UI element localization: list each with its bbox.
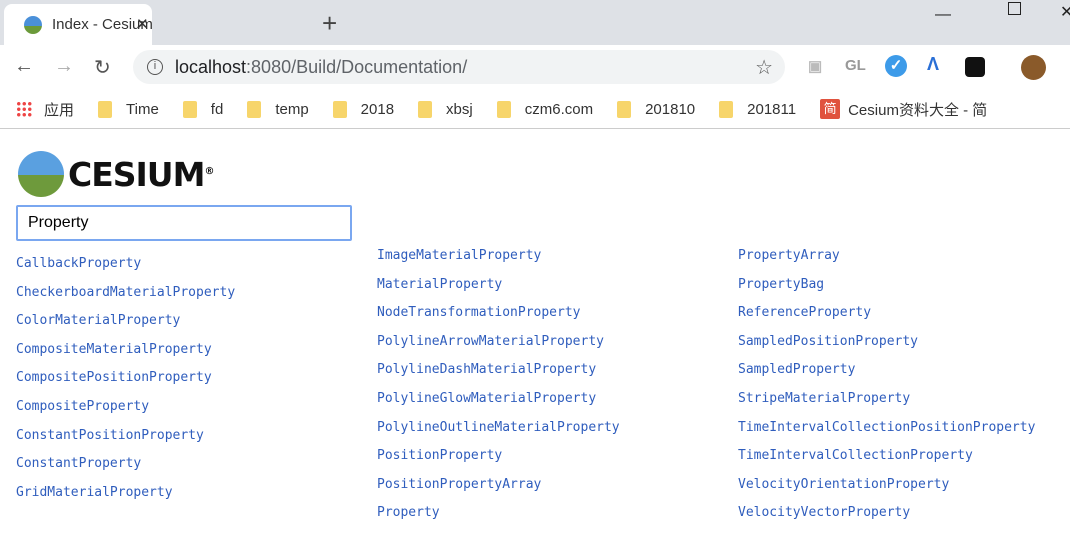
url-path: :8080/Build/Documentation/: [246, 56, 468, 77]
bookmark-label: Cesium资料大全 - 简: [848, 101, 988, 119]
bookmark-label: czm6.com: [524, 100, 594, 118]
bookmark-label: 应用: [44, 101, 75, 119]
result-link[interactable]: VelocityVectorProperty: [738, 505, 1035, 534]
reload-button[interactable]: ↻: [94, 55, 111, 80]
close-window-button[interactable]: ✕: [1060, 2, 1070, 22]
bookmark-folder[interactable]: fd: [182, 100, 224, 118]
bookmark-apps[interactable]: 应用: [16, 99, 74, 120]
result-link[interactable]: VelocityOrientationProperty: [738, 477, 1035, 506]
result-link[interactable]: PolylineOutlineMaterialProperty: [377, 420, 620, 449]
bookmark-folder[interactable]: temp: [247, 100, 309, 118]
folder-icon: [98, 100, 113, 118]
folder-icon: [247, 100, 262, 118]
cesium-favicon-icon: [24, 15, 42, 34]
bookmarks-bar: 应用 Time fd temp 2018 xbsj czm6.com 20181…: [0, 90, 1070, 129]
url-host: localhost: [175, 56, 247, 77]
info-icon[interactable]: i: [147, 59, 163, 75]
result-link[interactable]: Property: [377, 505, 620, 534]
folder-icon: [182, 100, 197, 118]
bookmark-label: 201810: [645, 100, 696, 118]
results-column-3: PropertyArray PropertyBag ReferencePropert…: [738, 248, 1035, 534]
result-link[interactable]: PositionProperty: [377, 448, 620, 477]
tab-close-icon[interactable]: ✕: [136, 15, 149, 33]
logo-text: CESIUM®: [68, 154, 214, 194]
result-link[interactable]: TimeIntervalCollectionPositionProperty: [738, 420, 1035, 449]
bookmark-label: temp: [275, 100, 309, 118]
result-link[interactable]: ReferenceProperty: [738, 305, 1035, 334]
back-button[interactable]: ←: [14, 55, 34, 78]
extension-lambda-icon[interactable]: Λ: [927, 54, 939, 75]
result-link[interactable]: SampledPositionProperty: [738, 334, 1035, 363]
bookmark-cesium-resources[interactable]: 简 Cesium资料大全 - 简: [820, 99, 987, 120]
search-input[interactable]: [16, 205, 352, 241]
cesium-globe-icon: [18, 151, 64, 197]
result-link[interactable]: CompositePositionProperty: [16, 370, 235, 399]
results-column-1: CallbackProperty CheckerboardMaterialProp…: [16, 256, 235, 513]
cesium-logo: CESIUM®: [18, 151, 214, 197]
extension-cube-icon[interactable]: ▣: [808, 57, 822, 75]
bookmark-label: xbsj: [446, 100, 473, 118]
maximize-button[interactable]: [1008, 2, 1021, 15]
bookmark-folder[interactable]: 2018: [332, 100, 395, 118]
result-link[interactable]: PolylineArrowMaterialProperty: [377, 334, 620, 363]
browser-tab[interactable]: Index - Cesium Documentation: [4, 4, 152, 45]
extension-v-icon[interactable]: ✓: [885, 55, 907, 77]
bookmark-label: 201811: [747, 100, 797, 118]
bookmark-label: 2018: [360, 100, 395, 118]
result-link[interactable]: PropertyBag: [738, 277, 1035, 306]
address-bar[interactable]: i localhost:8080/Build/Documentation/ ☆: [133, 50, 785, 84]
result-link[interactable]: PositionPropertyArray: [377, 477, 620, 506]
bookmark-folder[interactable]: 201811: [719, 100, 797, 118]
jian-icon: 简: [820, 99, 841, 119]
bookmark-star-icon[interactable]: ☆: [755, 55, 773, 80]
result-link[interactable]: TimeIntervalCollectionProperty: [738, 448, 1035, 477]
result-link[interactable]: CompositeProperty: [16, 399, 235, 428]
results-column-2: ImageMaterialProperty MaterialProperty Nod…: [377, 248, 620, 534]
result-link[interactable]: ImageMaterialProperty: [377, 248, 620, 277]
result-link[interactable]: SampledProperty: [738, 362, 1035, 391]
extension-tampermonkey-icon[interactable]: [965, 57, 985, 77]
folder-icon: [719, 100, 734, 118]
result-link[interactable]: NodeTransformationProperty: [377, 305, 620, 334]
forward-button[interactable]: →: [54, 55, 74, 78]
result-link[interactable]: ColorMaterialProperty: [16, 313, 235, 342]
bookmark-label: Time: [126, 100, 159, 118]
result-link[interactable]: CompositeMaterialProperty: [16, 342, 235, 371]
bookmark-folder[interactable]: czm6.com: [496, 100, 594, 118]
bookmark-label: fd: [210, 100, 224, 118]
result-link[interactable]: StripeMaterialProperty: [738, 391, 1035, 420]
extension-gl-icon[interactable]: GL: [845, 57, 866, 74]
result-link[interactable]: PolylineGlowMaterialProperty: [377, 391, 620, 420]
folder-icon: [418, 100, 433, 118]
new-tab-button[interactable]: +: [322, 8, 337, 39]
result-link[interactable]: PropertyArray: [738, 248, 1035, 277]
result-link[interactable]: ConstantPositionProperty: [16, 428, 235, 457]
result-link[interactable]: PolylineDashMaterialProperty: [377, 362, 620, 391]
bookmark-folder[interactable]: xbsj: [418, 100, 473, 118]
result-link[interactable]: ConstantProperty: [16, 456, 235, 485]
result-link[interactable]: CallbackProperty: [16, 256, 235, 285]
bookmark-folder[interactable]: 201810: [617, 100, 696, 118]
folder-icon: [332, 100, 347, 118]
result-link[interactable]: MaterialProperty: [377, 277, 620, 306]
result-link[interactable]: CheckerboardMaterialProperty: [16, 285, 235, 314]
folder-icon: [617, 100, 632, 118]
apps-icon: [16, 101, 32, 117]
bookmark-folder[interactable]: Time: [98, 100, 159, 118]
folder-icon: [496, 100, 511, 118]
minimize-button[interactable]: —: [935, 6, 951, 24]
toolbar: ← → ↻ i localhost:8080/Build/Documentati…: [0, 45, 1070, 90]
tab-bar: Index - Cesium Documentation ✕ + — ✕: [0, 0, 1070, 45]
result-link[interactable]: GridMaterialProperty: [16, 485, 235, 514]
avatar[interactable]: [1021, 55, 1046, 80]
